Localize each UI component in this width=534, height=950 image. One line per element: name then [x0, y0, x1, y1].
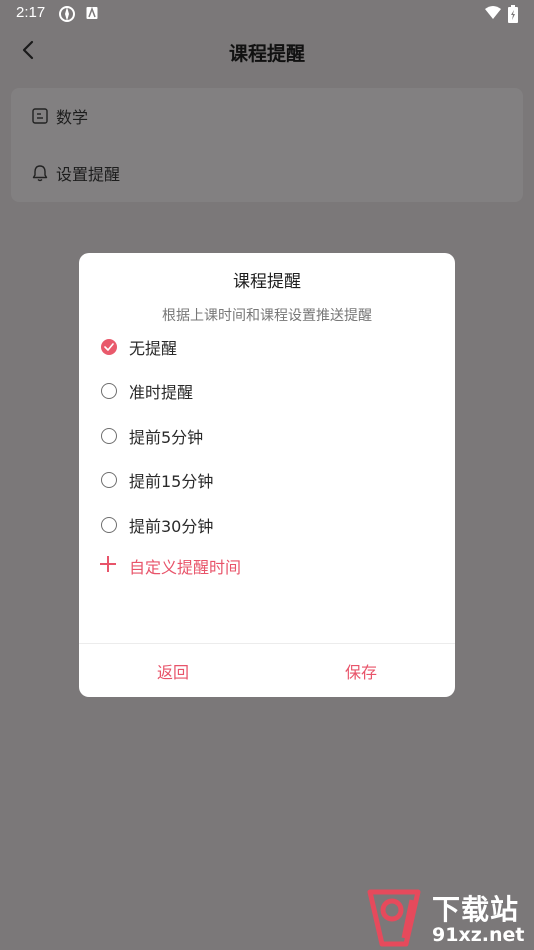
- app-header: 课程提醒: [0, 28, 534, 76]
- option-label: 提前30分钟: [129, 517, 214, 536]
- option-label: 准时提醒: [129, 383, 194, 402]
- radio-icon[interactable]: [101, 428, 117, 444]
- option-on-time[interactable]: 准时提醒: [101, 376, 431, 406]
- option-label: 提前5分钟: [129, 428, 204, 447]
- custom-reminder-label: 自定义提醒时间: [129, 558, 242, 577]
- bell-icon: [31, 164, 49, 182]
- radio-checked-icon[interactable]: [101, 339, 117, 355]
- course-card: 数学 设置提醒: [11, 88, 523, 202]
- save-button[interactable]: 保存: [267, 644, 455, 697]
- watermark-text-top: 下载站: [432, 893, 520, 926]
- option-30-min[interactable]: 提前30分钟: [101, 510, 431, 540]
- course-name-label: 数学: [56, 108, 89, 127]
- status-bar: 2:17: [0, 0, 534, 28]
- status-time: 2:17: [16, 4, 46, 21]
- radio-icon[interactable]: [101, 472, 117, 488]
- dialog-subtitle: 根据上课时间和课程设置推送提醒: [162, 308, 372, 324]
- set-reminder-label: 设置提醒: [56, 165, 121, 184]
- option-15-min[interactable]: 提前15分钟: [101, 465, 431, 495]
- plus-icon: [99, 555, 117, 577]
- reminder-dialog: 课程提醒 根据上课时间和课程设置推送提醒 无提醒 准时提醒 提前5分钟 提前15…: [79, 253, 455, 697]
- course-icon: [31, 107, 49, 125]
- battery-charging-icon: [508, 5, 518, 27]
- page-title: 课程提醒: [228, 43, 305, 65]
- option-5-min[interactable]: 提前5分钟: [101, 421, 431, 451]
- radio-icon[interactable]: [101, 383, 117, 399]
- set-reminder-row[interactable]: 设置提醒: [11, 153, 523, 193]
- back-dialog-button[interactable]: 返回: [79, 644, 267, 697]
- radio-icon[interactable]: [101, 517, 117, 533]
- option-label: 提前15分钟: [129, 472, 214, 491]
- a-badge-icon: [86, 5, 98, 25]
- dialog-footer: 返回 保存: [79, 644, 455, 697]
- dialog-title: 课程提醒: [233, 272, 301, 292]
- wind-icon: [58, 5, 76, 27]
- custom-reminder-button[interactable]: 自定义提醒时间: [99, 554, 241, 578]
- option-no-reminder[interactable]: 无提醒: [101, 332, 431, 362]
- course-name-row[interactable]: 数学: [11, 96, 523, 136]
- wifi-icon: [484, 5, 502, 25]
- option-label: 无提醒: [129, 339, 178, 358]
- watermark-text-bottom: 91xz.net: [432, 924, 525, 946]
- watermark-logo: 下载站 91xz.net: [362, 886, 534, 950]
